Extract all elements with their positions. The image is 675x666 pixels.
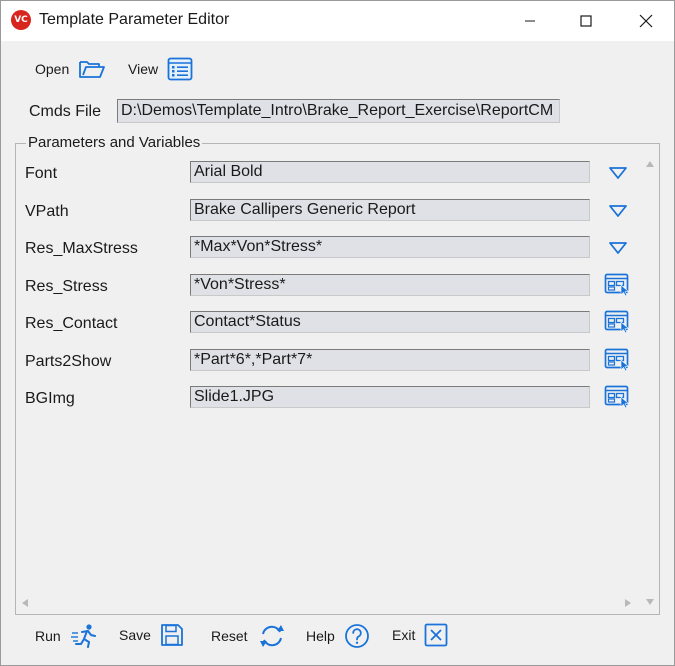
vertical-scrollbar[interactable]	[641, 153, 659, 614]
param-value-parts2show[interactable]: *Part*6*,*Part*7*	[190, 349, 590, 371]
dropdown-triangle-icon	[609, 205, 627, 217]
font-dropdown-button[interactable]	[604, 161, 632, 185]
app-logo-icon: VC	[11, 10, 31, 30]
main-window: VC Template Parameter Editor Open View C…	[0, 0, 675, 666]
param-value-vpath[interactable]: Brake Callipers Generic Report	[190, 199, 590, 221]
select-window-icon	[604, 273, 630, 297]
help-button[interactable]: Help	[306, 623, 370, 649]
run-icon	[70, 624, 96, 648]
param-value-bgimg[interactable]: Slide1.JPG	[190, 386, 590, 408]
param-value-res-contact[interactable]: Contact*Status	[190, 311, 590, 333]
vpath-dropdown-button[interactable]	[604, 199, 632, 223]
list-view-icon	[167, 57, 193, 81]
select-window-icon	[604, 348, 630, 372]
res-contact-select-button[interactable]	[604, 310, 632, 334]
cmds-file-label: Cmds File	[29, 103, 102, 120]
folder-open-icon	[79, 61, 106, 78]
maximize-button[interactable]	[558, 1, 614, 41]
save-icon	[161, 624, 183, 646]
close-window-button[interactable]	[618, 1, 674, 41]
scrollbar-arrows-icon	[22, 599, 631, 607]
param-label-bgimg: BGImg	[25, 390, 75, 407]
maximize-icon	[580, 15, 592, 27]
parts2show-select-button[interactable]	[604, 348, 632, 372]
open-label: Open	[35, 61, 70, 77]
view-button[interactable]: View	[128, 57, 193, 81]
help-icon	[344, 624, 369, 648]
help-label: Help	[306, 628, 335, 644]
select-window-icon	[604, 310, 630, 334]
reset-icon	[259, 625, 284, 647]
save-button[interactable]: Save	[119, 623, 184, 647]
param-value-res-maxstress[interactable]: *Max*Von*Stress*	[190, 236, 590, 258]
param-label-res-contact: Res_Contact	[25, 315, 118, 332]
minimize-icon	[525, 20, 535, 22]
save-label: Save	[119, 627, 151, 643]
select-window-icon	[604, 385, 630, 409]
reset-label: Reset	[211, 628, 248, 644]
param-value-font[interactable]: Arial Bold	[190, 161, 590, 183]
cmds-file-field[interactable]: D:\Demos\Template_Intro\Brake_Report_Exe…	[117, 99, 560, 123]
param-label-res-stress: Res_Stress	[25, 278, 108, 295]
param-label-res-maxstress: Res_MaxStress	[25, 240, 138, 257]
close-icon	[639, 14, 653, 28]
param-label-font: Font	[25, 165, 58, 182]
run-button[interactable]: Run	[35, 623, 98, 649]
exit-icon	[424, 623, 448, 647]
open-button[interactable]: Open	[35, 58, 106, 80]
res-maxstress-dropdown-button[interactable]	[604, 236, 632, 260]
exit-button[interactable]: Exit	[392, 623, 448, 647]
parameters-group-title: Parameters and Variables	[26, 134, 203, 151]
param-label-parts2show: Parts2Show	[25, 353, 112, 370]
exit-label: Exit	[392, 627, 416, 643]
minimize-button[interactable]	[502, 1, 558, 41]
title-bar: VC Template Parameter Editor	[1, 1, 674, 41]
scrollbar-arrows-icon	[646, 161, 654, 605]
param-value-res-stress[interactable]: *Von*Stress*	[190, 274, 590, 296]
horizontal-scrollbar[interactable]	[16, 592, 641, 614]
param-label-vpath: VPath	[25, 203, 69, 220]
window-title: Template Parameter Editor	[39, 11, 230, 28]
view-label: View	[128, 61, 159, 77]
dropdown-triangle-icon	[609, 242, 627, 254]
res-stress-select-button[interactable]	[604, 273, 632, 297]
bgimg-select-button[interactable]	[604, 385, 632, 409]
dropdown-triangle-icon	[609, 167, 627, 179]
reset-button[interactable]: Reset	[211, 623, 287, 649]
run-label: Run	[35, 628, 61, 644]
